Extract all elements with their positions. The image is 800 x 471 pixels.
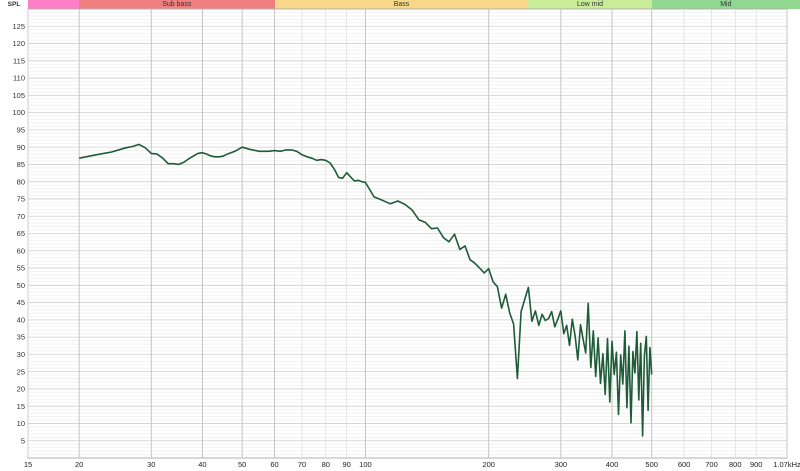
x-tick-label: 200 xyxy=(482,460,495,469)
x-tick-label: 500 xyxy=(645,460,658,469)
spl-frequency-chart: 5 10 15 20 25 30 35 40 45 50 55 60 65 70 75 80 85 90 95 100… xyxy=(12,8,800,469)
x-tick-label: 15 xyxy=(24,460,32,469)
x-tick-label: 700 xyxy=(705,460,718,469)
y-tick-label: 125 xyxy=(12,22,25,31)
y-tick-label: 110 xyxy=(13,74,25,83)
x-tick-label: 30 xyxy=(147,460,155,469)
y-tick-label: 85 xyxy=(17,160,25,169)
y-tick-label: 90 xyxy=(17,143,25,152)
y-tick-label: 100 xyxy=(12,108,25,117)
y-tick-label: 105 xyxy=(12,91,25,100)
y-tick-label: 30 xyxy=(17,350,25,359)
x-tick-label: 300 xyxy=(555,460,568,469)
y-tick-label: 35 xyxy=(17,333,25,342)
x-tick-label: 60 xyxy=(270,460,278,469)
y-tick-label: 25 xyxy=(17,367,25,376)
y-tick-label: 75 xyxy=(17,195,25,204)
x-tick-label: 400 xyxy=(606,460,619,469)
y-tick-label: 55 xyxy=(17,264,25,273)
x-tick-label: 40 xyxy=(198,460,206,469)
x-tick-label: 1.07kHz xyxy=(773,460,800,469)
x-tick-label: 80 xyxy=(322,460,330,469)
y-tick-label: 65 xyxy=(17,229,25,238)
x-tick-label: 600 xyxy=(678,460,691,469)
x-tick-label: 100 xyxy=(359,460,372,469)
x-tick-label: 900 xyxy=(750,460,763,469)
y-tick-label: 45 xyxy=(17,298,25,307)
y-tick-label: 95 xyxy=(17,125,25,134)
y-tick-label: 15 xyxy=(17,402,25,411)
x-tick-label: 70 xyxy=(298,460,306,469)
y-tick-label: 70 xyxy=(17,212,25,221)
y-tick-label: 120 xyxy=(12,39,25,48)
x-tick-label: 90 xyxy=(343,460,351,469)
y-tick-label: 115 xyxy=(13,56,25,65)
y-tick-label: 5 xyxy=(21,436,25,445)
x-tick-label: 50 xyxy=(238,460,246,469)
y-tick-label: 40 xyxy=(17,315,25,324)
y-tick-label: 10 xyxy=(17,419,25,428)
y-tick-label: 80 xyxy=(17,177,25,186)
y-tick-label: 60 xyxy=(17,246,25,255)
y-tick-label: 20 xyxy=(17,385,25,394)
y-tick-label: 50 xyxy=(17,281,25,290)
x-tick-label: 20 xyxy=(75,460,83,469)
x-tick-label: 800 xyxy=(729,460,742,469)
